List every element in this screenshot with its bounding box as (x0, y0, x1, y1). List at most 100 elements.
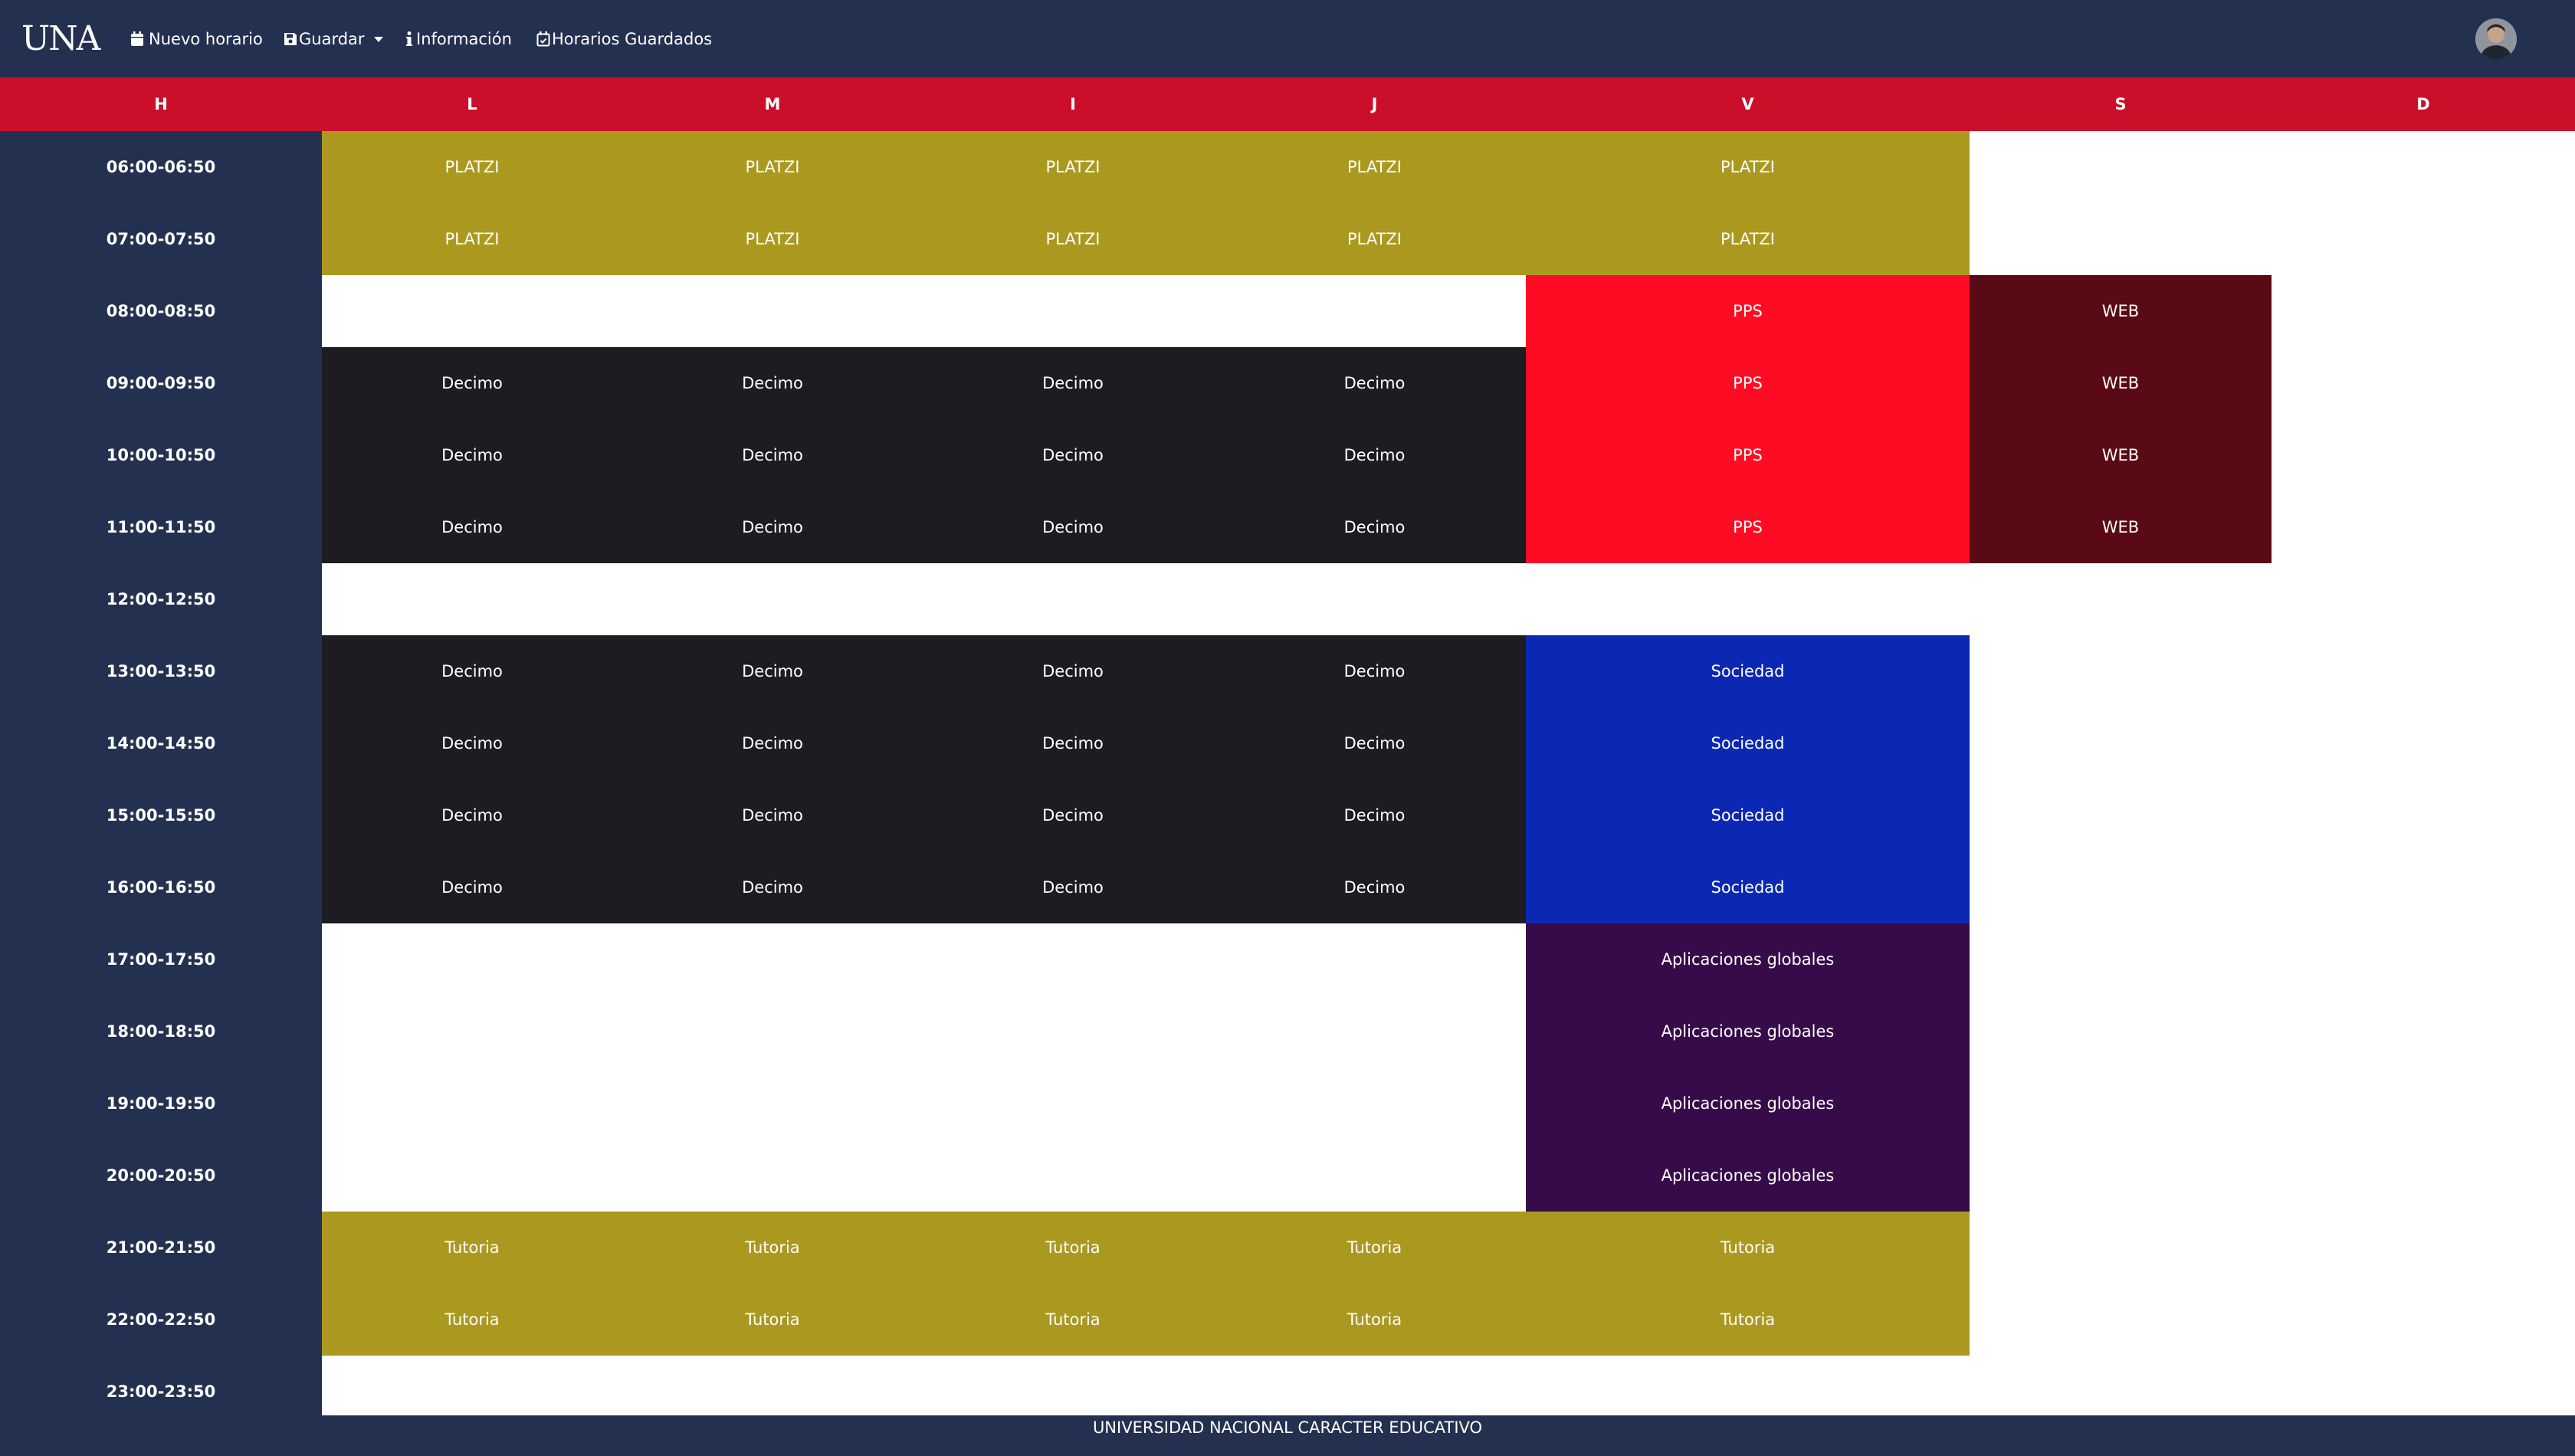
schedule-cell-empty[interactable] (1970, 851, 2272, 923)
schedule-cell-empty[interactable] (2272, 491, 2575, 563)
schedule-cell[interactable]: PLATZI (1223, 131, 1526, 203)
schedule-cell-empty[interactable] (322, 1067, 622, 1140)
schedule-cell-empty[interactable] (923, 923, 1223, 995)
schedule-cell-empty[interactable] (1970, 131, 2272, 203)
schedule-cell[interactable]: Decimo (322, 707, 622, 779)
schedule-cell-empty[interactable] (322, 275, 622, 347)
schedule-cell[interactable]: Decimo (622, 635, 923, 707)
schedule-cell-empty[interactable] (2272, 995, 2575, 1067)
schedule-cell[interactable]: Decimo (1223, 707, 1526, 779)
schedule-cell[interactable]: Tutoria (1526, 1212, 1970, 1284)
schedule-cell[interactable]: Sociedad (1526, 707, 1970, 779)
schedule-cell-empty[interactable] (923, 563, 1223, 635)
schedule-cell-empty[interactable] (1223, 275, 1526, 347)
schedule-cell[interactable]: Decimo (1223, 851, 1526, 923)
schedule-cell[interactable]: WEB (1970, 347, 2272, 419)
schedule-cell-empty[interactable] (2272, 347, 2575, 419)
schedule-cell[interactable]: Tutoria (622, 1212, 923, 1284)
schedule-cell-empty[interactable] (1970, 1067, 2272, 1140)
schedule-cell-empty[interactable] (1223, 995, 1526, 1067)
schedule-cell-empty[interactable] (1970, 1140, 2272, 1212)
schedule-cell-empty[interactable] (622, 1140, 923, 1212)
schedule-cell[interactable]: Tutoria (322, 1212, 622, 1284)
schedule-cell[interactable]: Aplicaciones globales (1526, 1067, 1970, 1140)
schedule-cell-empty[interactable] (1970, 203, 2272, 275)
schedule-cell[interactable]: WEB (1970, 275, 2272, 347)
schedule-cell-empty[interactable] (322, 995, 622, 1067)
schedule-cell[interactable]: Tutoria (622, 1284, 923, 1356)
schedule-cell-empty[interactable] (1970, 563, 2272, 635)
schedule-cell-empty[interactable] (2272, 419, 2575, 491)
schedule-cell-empty[interactable] (923, 995, 1223, 1067)
schedule-cell[interactable]: Decimo (1223, 779, 1526, 851)
schedule-cell[interactable]: Sociedad (1526, 779, 1970, 851)
schedule-cell[interactable]: Tutoria (1223, 1212, 1526, 1284)
schedule-cell-empty[interactable] (622, 1067, 923, 1140)
schedule-cell-empty[interactable] (1223, 1140, 1526, 1212)
schedule-cell[interactable]: Tutoria (1526, 1284, 1970, 1356)
schedule-cell[interactable]: Decimo (923, 707, 1223, 779)
schedule-cell[interactable]: Sociedad (1526, 851, 1970, 923)
schedule-cell[interactable]: PLATZI (622, 203, 923, 275)
schedule-cell-empty[interactable] (1970, 707, 2272, 779)
schedule-cell-empty[interactable] (2272, 1140, 2575, 1212)
schedule-cell-empty[interactable] (2272, 275, 2575, 347)
schedule-cell[interactable]: Aplicaciones globales (1526, 995, 1970, 1067)
schedule-cell-empty[interactable] (1970, 779, 2272, 851)
schedule-cell[interactable]: Decimo (322, 779, 622, 851)
schedule-cell[interactable]: PLATZI (1526, 203, 1970, 275)
schedule-cell-empty[interactable] (1223, 923, 1526, 995)
schedule-cell[interactable]: Decimo (1223, 347, 1526, 419)
schedule-cell-empty[interactable] (2272, 1212, 2575, 1284)
schedule-cell-empty[interactable] (2272, 203, 2575, 275)
schedule-cell[interactable]: WEB (1970, 491, 2272, 563)
schedule-cell[interactable]: Decimo (622, 347, 923, 419)
schedule-cell[interactable]: Decimo (622, 419, 923, 491)
schedule-cell[interactable]: PPS (1526, 347, 1970, 419)
schedule-cell[interactable]: Aplicaciones globales (1526, 923, 1970, 995)
schedule-cell[interactable]: Decimo (923, 419, 1223, 491)
schedule-cell[interactable]: WEB (1970, 419, 2272, 491)
schedule-cell-empty[interactable] (2272, 1067, 2575, 1140)
schedule-cell-empty[interactable] (2272, 563, 2575, 635)
schedule-cell-empty[interactable] (2272, 923, 2575, 995)
schedule-cell-empty[interactable] (923, 275, 1223, 347)
schedule-cell[interactable]: Decimo (322, 419, 622, 491)
schedule-cell[interactable]: PLATZI (1526, 131, 1970, 203)
schedule-cell[interactable]: Decimo (923, 635, 1223, 707)
schedule-cell[interactable]: Decimo (322, 491, 622, 563)
schedule-cell-empty[interactable] (322, 563, 622, 635)
schedule-cell-empty[interactable] (322, 923, 622, 995)
schedule-cell-empty[interactable] (2272, 779, 2575, 851)
schedule-cell-empty[interactable] (1970, 1284, 2272, 1356)
schedule-cell-empty[interactable] (1223, 1067, 1526, 1140)
schedule-cell-empty[interactable] (1970, 923, 2272, 995)
schedule-cell[interactable]: Decimo (622, 851, 923, 923)
schedule-cell-empty[interactable] (2272, 131, 2575, 203)
schedule-cell[interactable]: PLATZI (923, 131, 1223, 203)
schedule-cell[interactable]: PLATZI (1223, 203, 1526, 275)
schedule-cell[interactable]: Tutoria (1223, 1284, 1526, 1356)
nav-information[interactable]: Información (406, 28, 512, 51)
schedule-cell-empty[interactable] (1970, 995, 2272, 1067)
schedule-cell[interactable]: Aplicaciones globales (1526, 1140, 1970, 1212)
schedule-cell-empty[interactable] (923, 1140, 1223, 1212)
schedule-cell[interactable]: Decimo (322, 347, 622, 419)
schedule-cell-empty[interactable] (2272, 1284, 2575, 1356)
schedule-cell[interactable]: PLATZI (622, 131, 923, 203)
schedule-cell[interactable]: PPS (1526, 491, 1970, 563)
schedule-cell[interactable]: PLATZI (322, 131, 622, 203)
schedule-cell[interactable]: Decimo (1223, 635, 1526, 707)
schedule-cell[interactable]: Decimo (1223, 419, 1526, 491)
schedule-cell[interactable]: PLATZI (923, 203, 1223, 275)
schedule-cell[interactable]: Decimo (622, 779, 923, 851)
schedule-cell[interactable]: Decimo (923, 347, 1223, 419)
schedule-cell[interactable]: Tutoria (923, 1284, 1223, 1356)
avatar[interactable] (2475, 18, 2517, 60)
schedule-cell[interactable]: Decimo (322, 635, 622, 707)
schedule-cell-empty[interactable] (2272, 851, 2575, 923)
nav-save-dropdown[interactable]: Guardar (284, 28, 383, 51)
schedule-cell-empty[interactable] (923, 1067, 1223, 1140)
schedule-cell[interactable]: Decimo (1223, 491, 1526, 563)
schedule-cell[interactable]: Tutoria (322, 1284, 622, 1356)
